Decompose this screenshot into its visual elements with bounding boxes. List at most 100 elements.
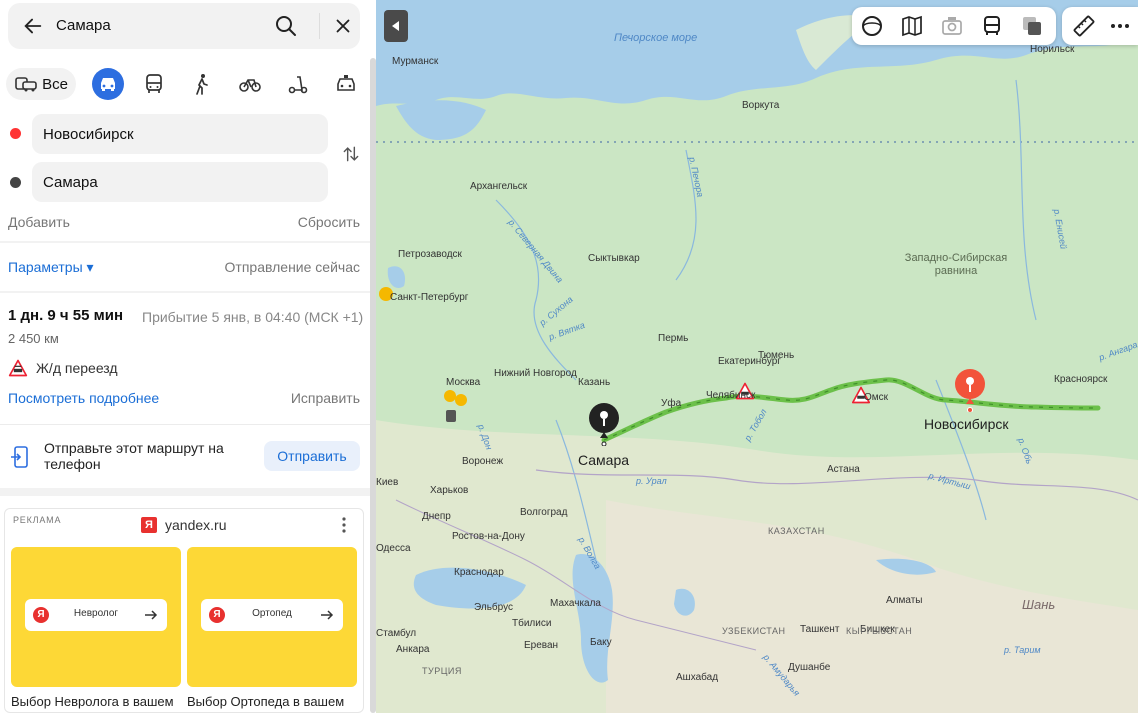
city-label: Одесса xyxy=(376,543,411,554)
swap-icon[interactable] xyxy=(341,144,361,164)
map-canvas[interactable]: Печорское море Западно-Сибирская равнина… xyxy=(376,0,1138,713)
city-label: Киев xyxy=(376,477,399,488)
route-details-link[interactable]: Посмотреть подробнее xyxy=(8,390,159,406)
end-pin-icon[interactable] xyxy=(586,402,622,446)
search-query[interactable]: Самара xyxy=(56,17,111,34)
parameters-dropdown[interactable]: Параметры ▾ xyxy=(8,259,94,276)
layers-icon[interactable] xyxy=(1020,14,1044,38)
route-fix-link[interactable]: Исправить xyxy=(291,390,360,406)
phone-icon xyxy=(11,446,28,468)
mode-walk-button[interactable] xyxy=(186,68,218,100)
route-start-label[interactable]: Самара xyxy=(578,452,629,468)
start-pin-icon[interactable] xyxy=(952,368,988,412)
route-arrival: Прибытие 5 янв, в 04:40 (МСК +1) xyxy=(142,309,364,325)
ad-card-caption[interactable]: Выбор Ортопеда в вашем xyxy=(187,694,344,709)
route-end-label[interactable]: Новосибирск xyxy=(924,416,1009,432)
ruler-icon[interactable] xyxy=(1072,14,1096,38)
city-label: Ашхабад xyxy=(676,672,719,683)
city-label: Челябинск xyxy=(706,390,756,401)
bus-icon xyxy=(146,74,162,93)
map-tools-toolbar xyxy=(1062,7,1138,45)
country-label: КАЗАХСТАН xyxy=(768,526,825,536)
yandex-logo: Я xyxy=(33,607,49,623)
ad-card-pill: Я Ортопед xyxy=(201,599,343,631)
close-icon[interactable] xyxy=(332,15,354,37)
city-label: Воронеж xyxy=(462,456,504,467)
city-label: Санкт-Петербург xyxy=(390,292,469,303)
ladoga-lake xyxy=(387,266,406,288)
more-vertical-icon[interactable] xyxy=(341,516,347,534)
ad-card[interactable]: Я Невролог xyxy=(11,547,181,687)
search-bar[interactable]: Самара xyxy=(8,3,360,49)
route-duration: 1 дн. 9 ч 55 мин xyxy=(8,307,124,324)
route-from-field[interactable]: Новосибирск xyxy=(32,114,328,154)
panorama-icon[interactable] xyxy=(860,14,884,38)
city-label: Петрозаводск xyxy=(398,249,462,260)
city-label: Архангельск xyxy=(470,181,528,192)
yandex-logo: Я xyxy=(209,607,225,623)
ad-card-label: Невролог xyxy=(73,608,119,619)
route-distance: 2 450 км xyxy=(8,331,59,346)
mode-bike-button[interactable] xyxy=(234,68,266,100)
river-label: р. Тарим xyxy=(1004,645,1041,655)
country-label: КЫРГЫЗСТАН xyxy=(846,626,913,636)
city-label: Душанбе xyxy=(788,662,831,673)
ad-label: РЕКЛАМА xyxy=(13,515,62,525)
taxi-icon xyxy=(337,75,355,91)
city-label: Ереван xyxy=(524,640,559,651)
walking-person-icon xyxy=(196,74,208,95)
transit-layer-icon[interactable] xyxy=(980,14,1004,38)
city-label: Пермь xyxy=(658,333,689,344)
mode-scooter-button[interactable] xyxy=(282,68,314,100)
advertisement[interactable]: РЕКЛАМА Я yandex.ru Я Невролог Выбор Нев… xyxy=(4,508,364,713)
more-horizontal-icon[interactable] xyxy=(1108,14,1132,38)
city-label: Нижний Новгород xyxy=(494,368,577,379)
white-sea xyxy=(396,100,486,140)
mode-car-button[interactable] xyxy=(92,68,124,100)
mode-taxi-button[interactable] xyxy=(330,68,362,100)
mode-all-button[interactable]: Все xyxy=(6,68,76,100)
route-to-field[interactable]: Самара xyxy=(32,162,328,202)
city-label: Мурманск xyxy=(392,56,439,67)
sea-label: Печорское море xyxy=(614,32,698,44)
route-line[interactable] xyxy=(601,377,1101,443)
city-label: Норильск xyxy=(1030,44,1075,55)
search-icon[interactable] xyxy=(274,14,298,38)
ad-domain[interactable]: yandex.ru xyxy=(165,517,226,533)
ad-card-caption[interactable]: Выбор Невролога в вашем xyxy=(11,694,174,709)
car-bus-icon xyxy=(15,77,37,92)
mode-transit-button[interactable] xyxy=(138,68,170,100)
reset-link[interactable]: Сбросить xyxy=(298,214,360,230)
departure-time[interactable]: Отправление сейчас xyxy=(225,259,360,275)
city-label: Волгоград xyxy=(520,507,568,518)
panel-collapse-button[interactable] xyxy=(384,10,408,42)
car-icon xyxy=(101,78,115,91)
section-divider xyxy=(0,291,370,293)
country-label: ТУРЦИЯ xyxy=(422,666,462,676)
ad-card[interactable]: Я Ортопед xyxy=(187,547,357,687)
city-label: Тюмень xyxy=(758,350,795,361)
send-button[interactable]: Отправить xyxy=(264,441,360,471)
yandex-logo: Я xyxy=(141,517,157,533)
camera-icon[interactable] xyxy=(940,14,964,38)
poi-cluster-icon[interactable] xyxy=(444,388,472,424)
arrow-right-icon xyxy=(145,610,158,620)
city-label: Баку xyxy=(590,637,612,648)
map-layer-icon[interactable] xyxy=(900,14,924,38)
city-label: Казань xyxy=(578,377,611,388)
city-label: Тбилиси xyxy=(512,618,552,629)
city-label: Ташкент xyxy=(800,624,840,635)
city-label: Днепр xyxy=(422,511,451,522)
map-layers-toolbar xyxy=(852,7,1056,45)
ad-card-label: Ортопед xyxy=(252,608,292,619)
region-label: Западно-Сибирская равнина xyxy=(904,252,1008,277)
section-divider xyxy=(0,424,370,425)
back-arrow-icon[interactable] xyxy=(22,15,44,37)
search-divider xyxy=(319,13,320,39)
country-label: УЗБЕКИСТАН xyxy=(722,626,786,636)
transport-modes: Все xyxy=(6,66,366,102)
city-label: Москва xyxy=(446,377,481,388)
river-line xyxy=(1015,79,1037,321)
add-point-link[interactable]: Добавить xyxy=(8,214,70,230)
city-label: Омск xyxy=(864,392,889,403)
